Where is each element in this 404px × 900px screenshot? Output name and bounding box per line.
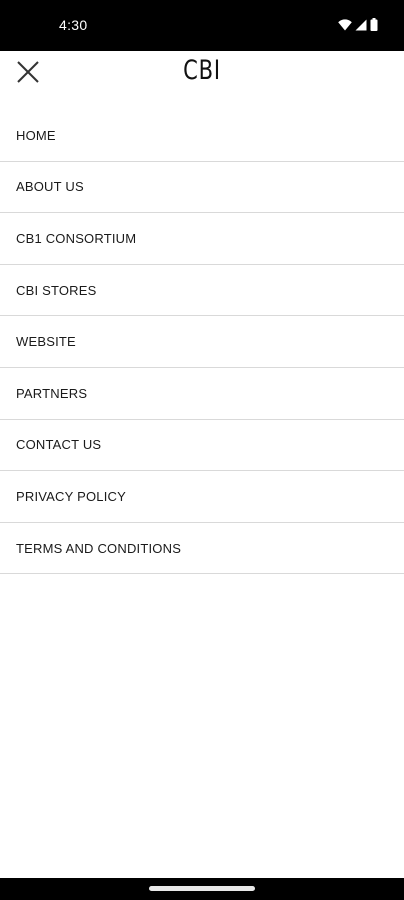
menu-item-about-us[interactable]: ABOUT US (0, 162, 404, 214)
system-navigation-bar (0, 878, 404, 900)
menu-item-terms-and-conditions[interactable]: TERMS AND CONDITIONS (0, 523, 404, 575)
signal-icon (355, 19, 367, 31)
close-icon[interactable] (14, 58, 42, 86)
menu-item-label: ABOUT US (16, 179, 84, 195)
close-button[interactable] (14, 58, 42, 86)
brand-logo: CBI (183, 55, 221, 86)
menu-item-label: CONTACT US (16, 437, 102, 453)
menu-item-label: PRIVACY POLICY (16, 488, 126, 504)
menu-item-label: HOME (16, 127, 56, 143)
app-header: CBI (0, 51, 404, 95)
menu-item-privacy-policy[interactable]: PRIVACY POLICY (0, 471, 404, 523)
home-indicator[interactable] (149, 886, 255, 891)
menu-item-label: PARTNERS (16, 385, 88, 401)
menu-screen: 4:30 CBI HOME ABOUT US CB1 CONSORTIUM CB… (0, 0, 404, 900)
menu-item-contact-us[interactable]: CONTACT US (0, 420, 404, 472)
menu-item-cb1-consortium[interactable]: CB1 CONSORTIUM (0, 213, 404, 265)
menu-item-label: TERMS AND CONDITIONS (16, 540, 182, 556)
menu-item-label: CBI STORES (16, 282, 97, 298)
menu-item-partners[interactable]: PARTNERS (0, 368, 404, 420)
status-time: 4:30 (59, 17, 88, 33)
status-bar: 4:30 (0, 0, 404, 51)
menu-item-label: WEBSITE (16, 334, 76, 350)
battery-icon (370, 18, 378, 31)
menu-item-cbi-stores[interactable]: CBI STORES (0, 265, 404, 317)
navigation-menu: HOME ABOUT US CB1 CONSORTIUM CBI STORES … (0, 110, 404, 575)
menu-item-website[interactable]: WEBSITE (0, 316, 404, 368)
wifi-icon (338, 18, 352, 31)
menu-item-label: CB1 CONSORTIUM (16, 230, 137, 246)
status-icons (338, 18, 378, 31)
menu-item-home[interactable]: HOME (0, 110, 404, 162)
